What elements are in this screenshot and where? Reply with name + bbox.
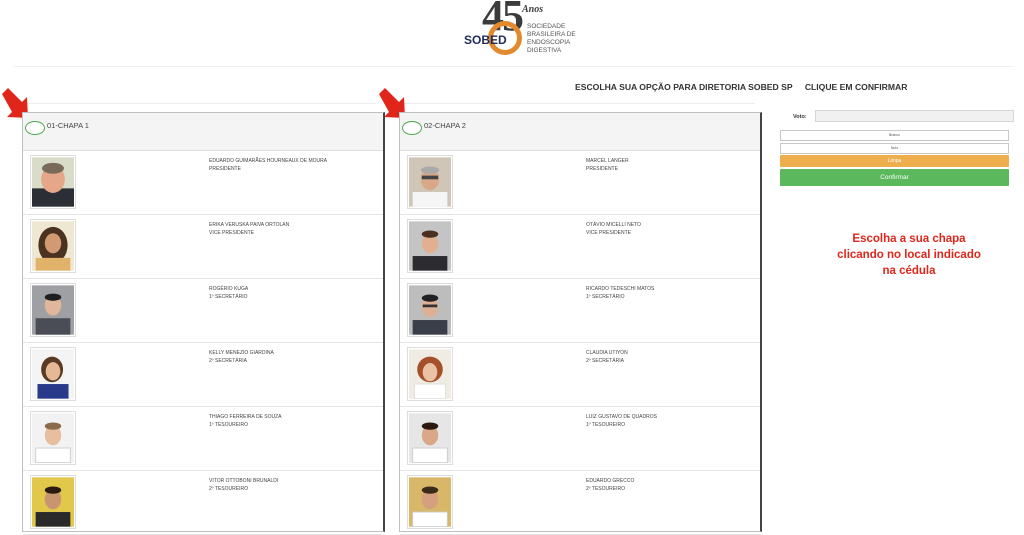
member-row: LUIZ GUSTAVO DE QUADROS 1º TESOUREIRO [400,407,760,471]
logo-anos: Anos [522,4,544,15]
member-photo [407,475,453,529]
member-row: OTÁVIO MICELLI NETO VICE PRESIDENTE [400,215,760,279]
member-role: 1º SECRETÁRIO [209,294,248,300]
member-name: VITOR OTTOBONI BRUNALDI [209,478,279,484]
member-photo [407,155,453,209]
header-divider [14,66,1014,67]
member-role: VICE PRESIDENTE [209,230,255,236]
member-row: EDUARDO GRECCO 2º TESOUREIRO [400,471,760,535]
member-photo [30,219,76,273]
chapa-2-title: 02-CHAPA 2 [424,121,466,130]
member-photo [407,347,453,401]
member-role: VICE PRESIDENTE [586,230,632,236]
member-role: 1º SECRETÁRIO [586,294,625,300]
member-photo [407,219,453,273]
logo-brand: SOBED [464,33,507,47]
chapa-2-panel: 02-CHAPA 2 MARCEL LANGER PRESIDENTE OTÁV… [399,112,762,535]
voto-input[interactable] [815,110,1014,122]
confirmar-button[interactable]: Confirmar [780,169,1009,186]
member-name: MARCEL LANGER [586,158,629,164]
member-row: THIAGO FERREIRA DE SOUZA 1º TESOUREIRO [23,407,383,471]
chapa-2-header: 02-CHAPA 2 [400,113,760,151]
member-role: PRESIDENTE [586,166,618,172]
member-name: CLAUDIA UTIYON [586,350,628,356]
member-role: 2º SECRETÁRIA [209,358,247,364]
branco-button[interactable]: Branco [780,130,1009,141]
member-name: EDUARDO GRECCO [586,478,635,484]
member-role: 2º TESOUREIRO [209,486,248,492]
member-name: EDUARDO GUIMARÃES HOURNEAUX DE MOURA [209,158,328,164]
voto-label: Voto: [793,114,807,120]
logo-subtitle: SOCIEDADE BRASILEIRA DE ENDOSCOPIA DIGES… [527,23,576,54]
member-photo [30,155,76,209]
member-role: PRESIDENTE [209,166,241,172]
chapa-1-panel: 01-CHAPA 1 EDUARDO GUIMARÃES HOURNEAUX D… [22,112,385,535]
divider-left [14,103,376,104]
member-role: 2º TESOUREIRO [586,486,625,492]
member-name: KELLY MENEZIO GIARDINA [209,350,274,356]
member-name: THIAGO FERREIRA DE SOUZA [209,414,282,420]
chapa-2-radio[interactable] [402,121,422,135]
ballot-title-text: ESCOLHA SUA OPÇÃO PARA DIRETORIA SOBED S… [575,82,793,92]
member-role: 2º SECRETÁRIA [586,358,624,364]
member-role: 1º TESOUREIRO [586,422,625,428]
instruction-note: Escolha a sua chapa clicando no local in… [837,233,981,277]
sobed-logo: 45 Anos SOBED SOCIEDADE BRASILEIRA DE EN… [464,0,584,60]
divider-right [393,103,755,104]
member-photo [30,283,76,337]
member-photo [30,347,76,401]
member-row: VITOR OTTOBONI BRUNALDI 2º TESOUREIRO [23,471,383,535]
member-row: ERIKA VERUSKA PAIVA ORTOLAN VICE PRESIDE… [23,215,383,279]
member-name: LUIZ GUSTAVO DE QUADROS [586,414,657,420]
nulo-button[interactable]: Nulo [780,143,1009,154]
member-photo [30,475,76,529]
member-row: KELLY MENEZIO GIARDINA 2º SECRETÁRIA [23,343,383,407]
member-photo [30,411,76,465]
ballot-instruction: CLIQUE EM CONFIRMAR [804,82,908,92]
member-name: RICARDO TEDESCHI MATOS [586,286,655,292]
member-row: MARCEL LANGER PRESIDENTE [400,151,760,215]
member-row: EDUARDO GUIMARÃES HOURNEAUX DE MOURA PRE… [23,151,383,215]
chapa-1-header: 01-CHAPA 1 [23,113,383,151]
chapa-1-title: 01-CHAPA 1 [47,121,89,130]
member-row: ROGÉRIO KUGA 1º SECRETÁRIO [23,279,383,343]
member-photo [407,283,453,337]
member-row: RICARDO TEDESCHI MATOS 1º SECRETÁRIO [400,279,760,343]
chapa-1-radio[interactable] [25,121,45,135]
member-name: ROGÉRIO KUGA [209,286,249,292]
member-row: CLAUDIA UTIYON 2º SECRETÁRIA [400,343,760,407]
ballot-title: ESCOLHA SUA OPÇÃO PARA DIRETORIA SOBED S… [575,82,907,92]
member-name: ERIKA VERUSKA PAIVA ORTOLAN [209,222,290,228]
member-name: OTÁVIO MICELLI NETO [586,222,641,228]
member-photo [407,411,453,465]
limpa-button[interactable]: Limpa [780,155,1009,167]
member-role: 1º TESOUREIRO [209,422,248,428]
